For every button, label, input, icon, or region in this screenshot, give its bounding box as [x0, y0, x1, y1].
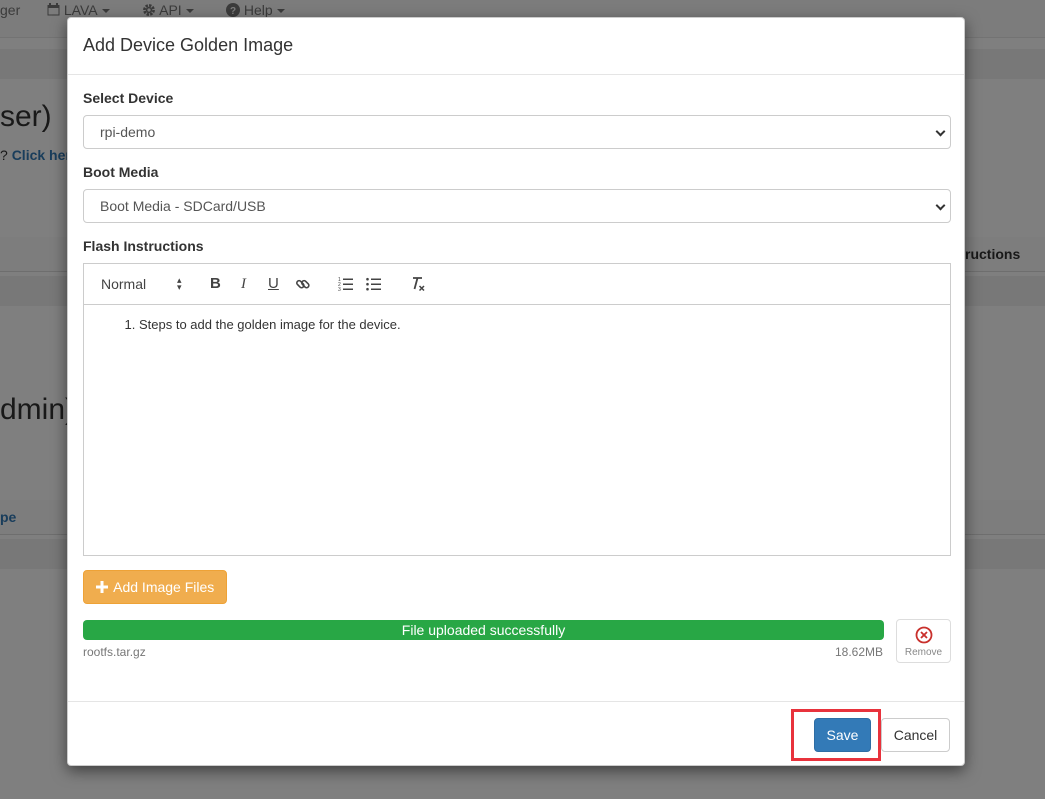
- remove-label: Remove: [904, 647, 943, 658]
- editor-content-area[interactable]: Steps to add the golden image for the de…: [83, 305, 951, 556]
- svg-text:3: 3: [338, 287, 341, 292]
- list-item: Steps to add the golden image for the de…: [139, 317, 935, 332]
- chevron-down-icon: [935, 200, 946, 211]
- select-device-value: rpi-demo: [100, 124, 156, 140]
- underline-icon[interactable]: U: [268, 275, 279, 293]
- instructions-list: Steps to add the golden image for the de…: [99, 317, 935, 332]
- plus-icon: [96, 581, 108, 593]
- cancel-button[interactable]: Cancel: [881, 718, 950, 752]
- remove-file-button[interactable]: Remove: [896, 619, 951, 663]
- flash-instructions-label: Flash Instructions: [83, 238, 204, 254]
- upload-status-text: File uploaded successfully: [401, 622, 566, 638]
- modal-header: Add Device Golden Image: [68, 18, 964, 75]
- header-format-value: Normal: [101, 276, 147, 292]
- uploaded-file-name: rootfs.tar.gz: [83, 645, 146, 659]
- bullet-list-icon[interactable]: [366, 276, 382, 297]
- clear-format-icon[interactable]: [410, 276, 426, 297]
- up-down-arrows-icon: ▴ ▾: [177, 275, 182, 292]
- add-image-files-button[interactable]: Add Image Files: [83, 570, 227, 604]
- save-highlight-box: [791, 709, 881, 761]
- select-device-dropdown[interactable]: rpi-demo: [83, 115, 951, 149]
- boot-media-label: Boot Media: [83, 164, 159, 180]
- select-device-label: Select Device: [83, 90, 174, 106]
- add-golden-image-modal: Add Device Golden Image Select Device rp…: [67, 17, 965, 766]
- boot-media-dropdown[interactable]: Boot Media - SDCard/USB: [83, 189, 951, 223]
- editor-toolbar: Normal ▴ ▾ B I U 1 2 3: [83, 263, 951, 305]
- bold-icon[interactable]: B: [210, 275, 221, 293]
- ordered-list-icon[interactable]: 1 2 3: [338, 276, 354, 297]
- remove-circle-icon: [915, 626, 933, 644]
- modal-title: Add Device Golden Image: [83, 35, 294, 55]
- link-icon[interactable]: [295, 276, 311, 297]
- upload-progress-bar: File uploaded successfully: [83, 620, 884, 640]
- boot-media-value: Boot Media - SDCard/USB: [100, 198, 266, 214]
- add-image-files-label: Add Image Files: [113, 579, 215, 595]
- uploaded-file-size: 18.62MB: [835, 645, 884, 659]
- italic-icon[interactable]: I: [241, 275, 246, 293]
- chevron-down-icon: [935, 126, 946, 137]
- header-format-picker[interactable]: Normal ▴ ▾: [101, 275, 182, 293]
- flash-instructions-editor: Normal ▴ ▾ B I U 1 2 3 1. Steps to add t…: [83, 263, 951, 556]
- upload-progress: File uploaded successfully: [83, 620, 884, 640]
